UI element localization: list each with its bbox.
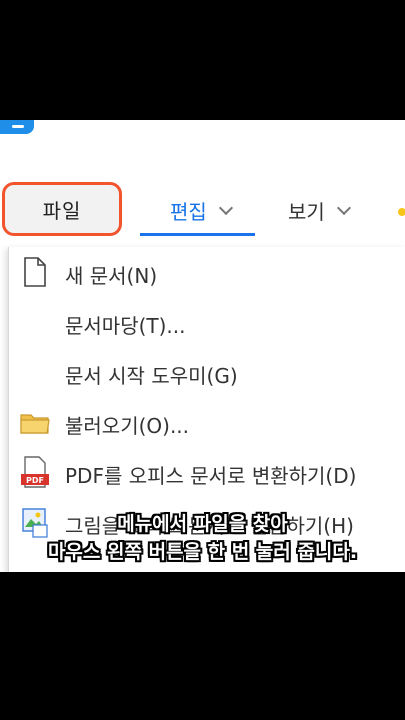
menu-item-label: 문서마당(T)... bbox=[65, 314, 186, 338]
pdf-icon: PDF bbox=[21, 456, 49, 488]
new-document-icon bbox=[24, 257, 46, 287]
view-menu-button[interactable]: 보기 bbox=[288, 196, 351, 225]
chevron-down-icon bbox=[218, 200, 233, 215]
app-logo-icon bbox=[0, 120, 34, 134]
caption-line-1: 메뉴에서 파일을 찾아 bbox=[117, 513, 288, 535]
menu-item-templates[interactable]: 문서마당(T)... bbox=[9, 297, 405, 347]
folder-icon bbox=[20, 414, 50, 434]
chevron-down-icon bbox=[336, 200, 351, 215]
app-window: 파일 편집 보기 새 문서(N) 문서마당(T)... 문서 시작 도우미(G) bbox=[0, 120, 405, 572]
file-menu-label: 파일 bbox=[42, 198, 82, 223]
view-menu-label: 보기 bbox=[288, 200, 325, 224]
menu-item-new-document[interactable]: 새 문서(N) bbox=[9, 247, 405, 297]
file-menu-button[interactable]: 파일 bbox=[2, 182, 122, 236]
menu-item-open[interactable]: 불러오기(O)... bbox=[9, 397, 405, 447]
menu-item-start-wizard[interactable]: 문서 시작 도우미(G) bbox=[9, 347, 405, 397]
menu-item-label: 새 문서(N) bbox=[65, 264, 158, 288]
menu-item-label: 문서 시작 도우미(G) bbox=[65, 364, 238, 388]
menu-bar: 파일 편집 보기 bbox=[0, 178, 405, 238]
edit-menu-button[interactable]: 편집 bbox=[170, 196, 233, 225]
caption-line-2: 마우스 왼쪽 버튼을 한 번 눌러 줍니다. bbox=[47, 541, 358, 563]
menu-item-label: 불러오기(O)... bbox=[65, 414, 190, 438]
more-menu-icon[interactable] bbox=[398, 208, 405, 216]
pdf-icon-text: PDF bbox=[26, 476, 44, 485]
menu-item-pdf-convert[interactable]: PDF PDF를 오피스 문서로 변환하기(D) bbox=[9, 447, 405, 497]
edit-menu-underline bbox=[140, 233, 255, 236]
edit-menu-label: 편집 bbox=[170, 200, 207, 224]
menu-item-label: PDF를 오피스 문서로 변환하기(D) bbox=[65, 464, 357, 488]
